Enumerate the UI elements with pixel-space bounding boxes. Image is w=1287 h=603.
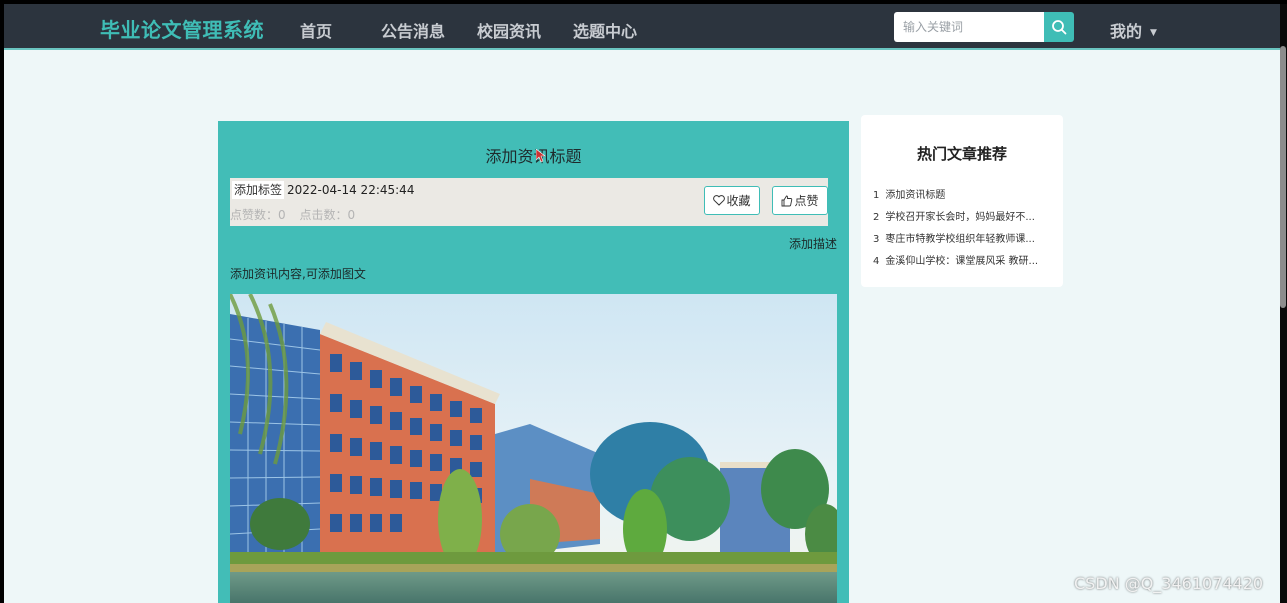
watermark: CSDN @Q_3461074420 <box>1074 574 1264 593</box>
like-count: 点赞数：0 <box>230 208 286 222</box>
list-item-text: 枣庄市特教学校组织年轻教师课... <box>885 234 1035 245</box>
list-item-text: 添加资讯标题 <box>885 190 946 201</box>
article-counts: 点赞数：0 点击数：0 <box>230 206 365 223</box>
search-input[interactable] <box>894 12 1044 42</box>
article-content: 添加资讯内容,可添加图文 <box>230 267 366 281</box>
article-tag[interactable]: 添加标签 <box>232 181 285 199</box>
user-menu-label: 我的 <box>1110 22 1143 41</box>
article-description: 添加描述 <box>788 237 837 251</box>
nav-announcements[interactable]: 公告消息 <box>381 18 445 42</box>
list-item-number: 3 <box>873 234 880 245</box>
search-button[interactable] <box>1044 12 1074 42</box>
article-image <box>230 294 837 603</box>
caret-down-icon: ▼ <box>1150 28 1157 38</box>
list-item-number: 1 <box>873 190 880 201</box>
article-meta: 添加标签 2022-04-14 22:45:44 点赞数：0 点击数：0 收藏 … <box>230 178 828 226</box>
list-item-text: 金溪仰山学校：课堂展风采 教研... <box>885 256 1039 267</box>
sidebar-title: 热门文章推荐 <box>916 145 1007 163</box>
list-item-number: 4 <box>873 256 880 267</box>
mouse-cursor-icon <box>536 149 546 163</box>
list-item[interactable]: 2 学校召开家长会时，妈妈最好不... <box>873 211 1055 233</box>
nav-home[interactable]: 首页 <box>300 18 332 42</box>
search-icon <box>1052 20 1067 35</box>
page-scrollbar-thumb[interactable] <box>1280 46 1286 308</box>
nav-campus-news[interactable]: 校园资讯 <box>477 18 541 42</box>
article-panel: 添加资讯标题 添加标签 2022-04-14 22:45:44 点赞数：0 点击… <box>218 121 849 603</box>
thumbs-up-icon <box>782 195 793 206</box>
top-navbar: 毕业论文管理系统 首页 公告消息 校园资讯 选题中心 我的 ▼ <box>4 4 1280 50</box>
hot-articles-sidebar: 热门文章推荐 1 添加资讯标题 2 学校召开家长会时，妈妈最好不... 3 枣庄市特教… <box>861 115 1063 287</box>
favorite-label: 收藏 <box>726 194 751 208</box>
article-date: 2022-04-14 22:45:44 <box>287 183 415 197</box>
list-item-number: 2 <box>873 212 880 223</box>
site-brand[interactable]: 毕业论文管理系统 <box>100 14 264 43</box>
heart-icon <box>713 195 726 206</box>
campus-building-photo <box>230 294 837 603</box>
like-button[interactable]: 点赞 <box>772 186 828 215</box>
list-item[interactable]: 1 添加资讯标题 <box>873 189 1055 211</box>
browser-viewport: 毕业论文管理系统 首页 公告消息 校园资讯 选题中心 我的 ▼ 添加资讯标题 添加… <box>4 4 1280 603</box>
like-label: 点赞 <box>794 194 819 208</box>
article-title: 添加资讯标题 <box>485 147 582 166</box>
list-item[interactable]: 3 枣庄市特教学校组织年轻教师课... <box>873 233 1055 255</box>
favorite-button[interactable]: 收藏 <box>704 186 760 215</box>
user-menu[interactable]: 我的 ▼ <box>1110 18 1157 42</box>
list-item[interactable]: 4 金溪仰山学校：课堂展风采 教研... <box>873 255 1055 277</box>
nav-topic-center[interactable]: 选题中心 <box>573 18 637 42</box>
hot-articles-list: 1 添加资讯标题 2 学校召开家长会时，妈妈最好不... 3 枣庄市特教学校组织年轻教… <box>873 189 1055 277</box>
click-count: 点击数：0 <box>299 208 356 222</box>
list-item-text: 学校召开家长会时，妈妈最好不... <box>885 212 1035 223</box>
